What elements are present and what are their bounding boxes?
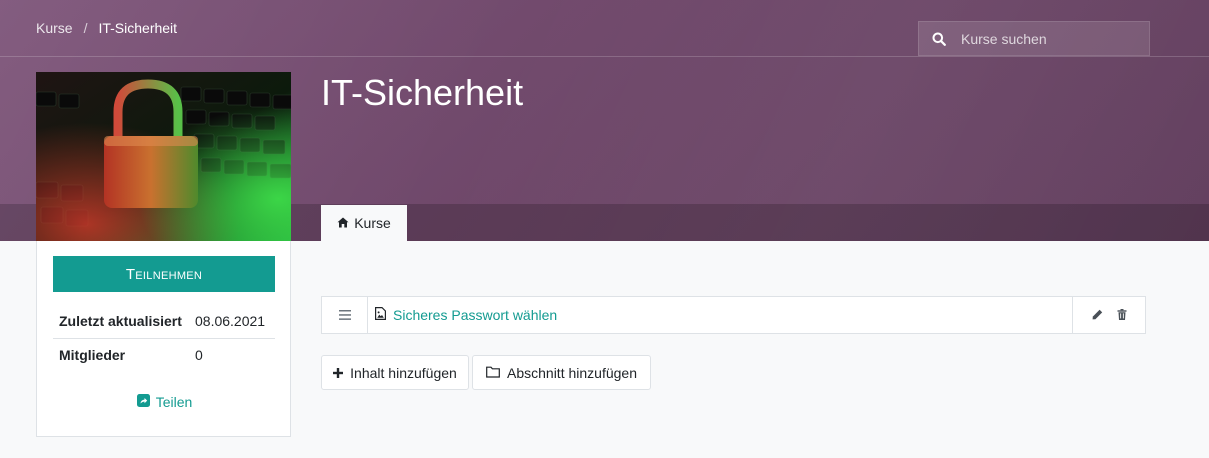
course-sidebar: Teilnehmen Zuletzt aktualisiert 08.06.20… [36,241,291,437]
edit-pencil-icon[interactable] [1092,307,1103,323]
add-section-label: Abschnitt hinzufügen [507,364,637,381]
breadcrumb-kurse[interactable]: Kurse [36,20,73,36]
content-item-actions [1072,297,1145,333]
info-label: Zuletzt aktualisiert [53,305,189,339]
info-value: 08.06.2021 [189,305,275,339]
content-item-link[interactable]: Sicheres Passwort wählen [393,307,557,323]
share-label: Teilen [155,394,193,410]
breadcrumb-separator: / [83,20,88,36]
course-search [918,21,1150,56]
trash-icon[interactable] [1117,307,1127,323]
breadcrumb: Kurse / IT-Sicherheit [36,20,177,36]
breadcrumb-current: IT-Sicherheit [98,20,178,36]
course-info-table: Zuletzt aktualisiert 08.06.2021 Mitglied… [53,305,275,371]
share-icon [136,394,150,410]
content-item-main: Sicheres Passwort wählen [368,297,1072,333]
home-icon [337,215,349,231]
course-title: IT-Sicherheit [321,72,524,113]
info-row: Zuletzt aktualisiert 08.06.2021 [53,305,275,339]
search-input[interactable] [959,30,1149,47]
folder-icon [486,365,500,381]
share-link[interactable]: Teilen [37,394,292,410]
tab-label: Kurse [354,215,391,231]
info-value: 0 [195,346,203,363]
tab-kurse[interactable]: Kurse [321,205,407,241]
search-icon[interactable] [919,22,959,55]
drag-handle-icon[interactable] [322,297,368,333]
add-content-label: Inhalt hinzufügen [350,364,457,381]
info-row: Mitglieder 0 [53,338,275,371]
content-item: Sicheres Passwort wählen [321,296,1146,334]
header-divider [0,56,1209,57]
join-button[interactable]: Teilnehmen [53,256,275,292]
add-section-button[interactable]: Abschnitt hinzufügen [472,355,651,390]
plus-icon [333,365,344,381]
add-content-button[interactable]: Inhalt hinzufügen [321,355,469,390]
image-file-icon [375,307,386,323]
info-label: Mitglieder [59,346,126,363]
course-cover-image [36,72,291,241]
